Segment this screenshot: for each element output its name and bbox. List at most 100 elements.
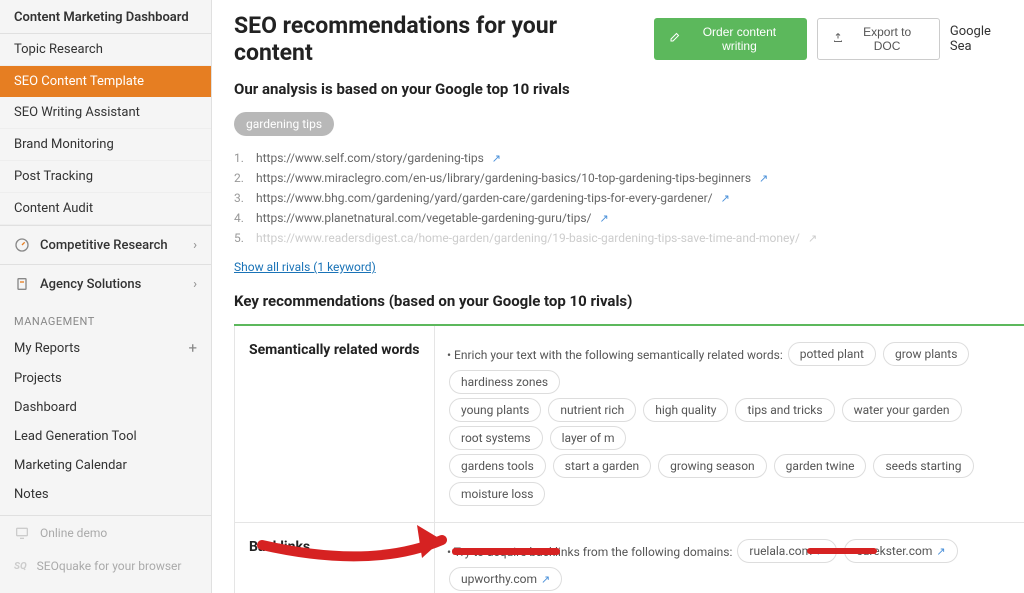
external-link-icon: ↗ xyxy=(808,232,817,245)
word-pill[interactable]: high quality xyxy=(643,398,728,422)
reco-desc: Enrich your text with the following sema… xyxy=(447,348,783,362)
mgmt-label: Lead Generation Tool xyxy=(14,429,137,444)
export-doc-button[interactable]: Export to DOC xyxy=(817,18,939,60)
section-competitive-research[interactable]: Competitive Research › xyxy=(0,225,211,264)
domain-pill[interactable]: upworthy.com ↗ xyxy=(449,567,562,591)
rival-link[interactable]: https://www.miraclegro.com/en-us/library… xyxy=(234,168,1024,188)
mgmt-label: Marketing Calendar xyxy=(14,458,127,473)
mgmt-dashboard[interactable]: Dashboard xyxy=(0,393,211,422)
mgmt-my-reports[interactable]: My Reports + xyxy=(0,332,211,364)
nav-label: Topic Research xyxy=(14,42,103,57)
keyword-pill[interactable]: gardening tips xyxy=(234,112,334,136)
promo-label: SEOquake for your browser xyxy=(37,559,182,573)
word-pill[interactable]: hardiness zones xyxy=(449,370,560,394)
rival-link[interactable]: https://www.planetnatural.com/vegetable-… xyxy=(234,208,1024,228)
mgmt-notes[interactable]: Notes xyxy=(0,480,211,509)
show-all-rivals-link[interactable]: Show all rivals (1 keyword) xyxy=(234,260,376,274)
external-link-icon: ↗ xyxy=(816,545,825,558)
promo-affiliate[interactable]: Join our Affiliate Program xyxy=(0,582,211,593)
external-link-icon: ↗ xyxy=(492,152,501,165)
reco-row-semantic: Semantically related words Enrich your t… xyxy=(234,326,1024,523)
external-link-icon: ↗ xyxy=(759,172,768,185)
plus-icon[interactable]: + xyxy=(188,339,197,357)
button-label: Export to DOC xyxy=(849,25,924,53)
section-label: Agency Solutions xyxy=(40,277,141,292)
rival-url: https://www.readersdigest.ca/home-garden… xyxy=(256,231,800,245)
domain-pill[interactable]: ruelala.com ↗ xyxy=(737,539,837,563)
word-pill[interactable]: growing season xyxy=(658,454,767,478)
rival-link[interactable]: https://www.bhg.com/gardening/yard/garde… xyxy=(234,188,1024,208)
mgmt-lead-generation[interactable]: Lead Generation Tool xyxy=(0,422,211,451)
rival-link[interactable]: https://www.readersdigest.ca/home-garden… xyxy=(234,228,1024,248)
sidebar: Content Marketing Dashboard Topic Resear… xyxy=(0,0,212,593)
word-pill[interactable]: grow plants xyxy=(883,342,969,366)
word-pill[interactable]: nutrient rich xyxy=(548,398,636,422)
word-pill[interactable]: young plants xyxy=(449,398,541,422)
recommendations-heading: Key recommendations (based on your Googl… xyxy=(234,292,1024,310)
export-icon xyxy=(832,32,844,47)
promo-online-demo[interactable]: Online demo xyxy=(0,516,211,550)
promo-seoquake[interactable]: SQ SEOquake for your browser xyxy=(0,550,211,582)
chevron-right-icon: › xyxy=(193,277,197,292)
external-link-icon: ↗ xyxy=(600,212,609,225)
nav-seo-content-template[interactable]: SEO Content Template xyxy=(0,66,211,97)
external-link-icon: ↗ xyxy=(541,573,550,586)
word-pill[interactable]: potted plant xyxy=(788,342,876,366)
sq-icon: SQ xyxy=(14,561,27,572)
rival-url: https://www.self.com/story/gardening-tip… xyxy=(256,151,484,165)
domain-pill[interactable]: eurekster.com ↗ xyxy=(844,539,957,563)
rival-link[interactable]: https://www.self.com/story/gardening-tip… xyxy=(234,148,1024,168)
nav-label: Brand Monitoring xyxy=(14,137,114,152)
word-pill[interactable]: start a garden xyxy=(553,454,651,478)
rival-url: https://www.bhg.com/gardening/yard/garde… xyxy=(256,191,713,205)
nav-brand-monitoring[interactable]: Brand Monitoring xyxy=(0,129,211,161)
section-agency-solutions[interactable]: Agency Solutions › xyxy=(0,264,211,303)
nav-label: Content Audit xyxy=(14,201,93,216)
management-heading: MANAGEMENT xyxy=(0,303,211,332)
rival-url: https://www.miraclegro.com/en-us/library… xyxy=(256,171,751,185)
pill-label: upworthy.com xyxy=(461,572,537,586)
page-title: SEO recommendations for your content xyxy=(234,12,630,66)
sidebar-dashboard-title[interactable]: Content Marketing Dashboard xyxy=(0,0,211,34)
mgmt-marketing-calendar[interactable]: Marketing Calendar xyxy=(0,451,211,480)
recommendations-table: Semantically related words Enrich your t… xyxy=(234,324,1024,593)
word-pill[interactable]: moisture loss xyxy=(449,482,545,506)
nav-content-audit[interactable]: Content Audit xyxy=(0,193,211,225)
external-link-icon: ↗ xyxy=(721,192,730,205)
topbar: SEO recommendations for your content Ord… xyxy=(234,12,1024,66)
word-pill[interactable]: root systems xyxy=(449,426,543,450)
search-engine-label[interactable]: Google Sea xyxy=(950,24,1024,54)
pill-label: eurekster.com xyxy=(856,544,932,558)
rival-url: https://www.planetnatural.com/vegetable-… xyxy=(256,211,592,225)
word-pill[interactable]: tips and tricks xyxy=(735,398,834,422)
nav-post-tracking[interactable]: Post Tracking xyxy=(0,161,211,193)
main-content: SEO recommendations for your content Ord… xyxy=(212,0,1024,593)
reco-label-semantic: Semantically related words xyxy=(235,326,435,522)
document-icon xyxy=(14,276,30,292)
mgmt-projects[interactable]: Projects xyxy=(0,364,211,393)
rivals-list: https://www.self.com/story/gardening-tip… xyxy=(234,148,1024,248)
nav-seo-writing-assistant[interactable]: SEO Writing Assistant xyxy=(0,97,211,129)
word-pill[interactable]: garden twine xyxy=(774,454,867,478)
reco-content-backlinks: Try to acquire backlinks from the follow… xyxy=(435,523,1024,593)
mgmt-label: Notes xyxy=(14,487,49,502)
mgmt-label: Dashboard xyxy=(14,400,77,415)
reco-content-semantic: Enrich your text with the following sema… xyxy=(435,326,1024,522)
external-link-icon: ↗ xyxy=(936,545,945,558)
promo-label: Online demo xyxy=(40,526,107,540)
word-pill[interactable]: water your garden xyxy=(842,398,962,422)
order-content-button[interactable]: Order content writing xyxy=(654,18,807,60)
section-label: Competitive Research xyxy=(40,238,168,253)
button-label: Order content writing xyxy=(685,25,793,53)
word-pill[interactable]: layer of m xyxy=(550,426,627,450)
pill-label: ruelala.com xyxy=(749,544,812,558)
word-pill[interactable]: seeds starting xyxy=(873,454,973,478)
analysis-subtitle: Our analysis is based on your Google top… xyxy=(234,80,1024,98)
nav-label: SEO Content Template xyxy=(14,74,144,89)
word-pill[interactable]: gardens tools xyxy=(449,454,546,478)
mgmt-label: My Reports xyxy=(14,341,80,356)
nav-label: SEO Writing Assistant xyxy=(14,105,140,120)
mgmt-label: Projects xyxy=(14,371,62,386)
nav-topic-research[interactable]: Topic Research xyxy=(0,34,211,66)
chevron-right-icon: › xyxy=(193,238,197,253)
